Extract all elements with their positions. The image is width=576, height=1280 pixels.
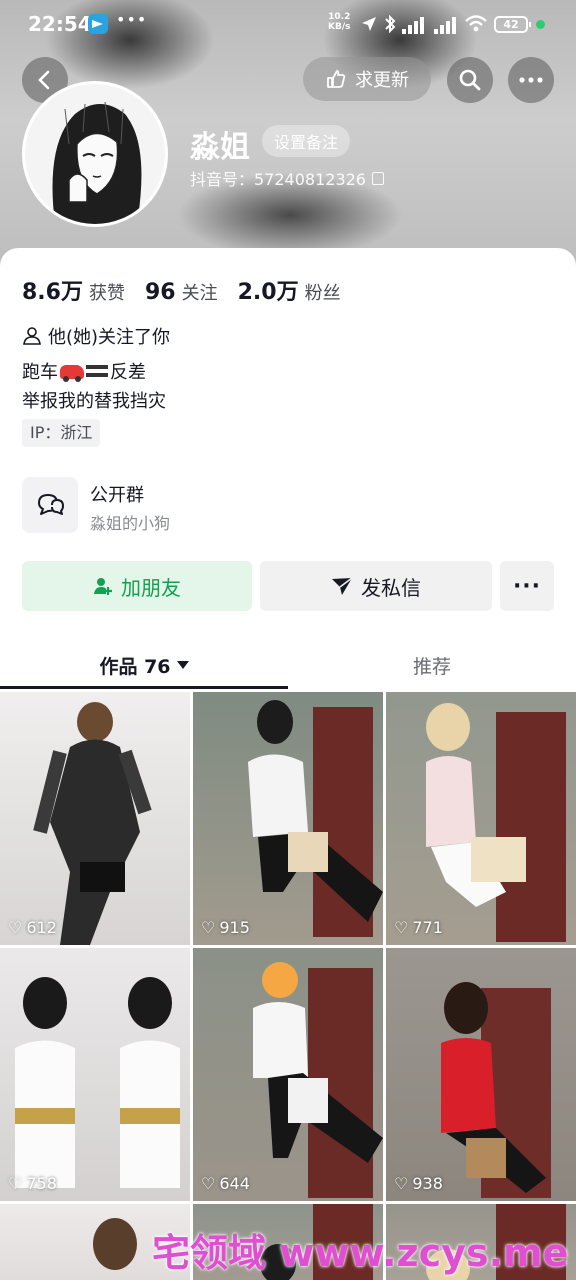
- chat-group-icon: [38, 494, 64, 515]
- video-likes-count: 644: [219, 1174, 250, 1193]
- network-speed: 10.2 KB/s: [328, 12, 350, 32]
- stats-row: 8.6万 获赞 96 关注 2.0万 粉丝: [22, 274, 341, 306]
- video-likes: ♡ 915: [201, 918, 250, 937]
- public-group-icon-box[interactable]: [22, 477, 78, 533]
- tab-works[interactable]: 作品 76: [0, 640, 288, 690]
- heart-icon: ♡: [394, 1174, 409, 1193]
- content-tabs: 作品 76 推荐: [0, 640, 576, 690]
- wifi-icon: [465, 15, 487, 32]
- location-icon: [362, 17, 376, 31]
- person-icon: [23, 327, 41, 345]
- video-tile[interactable]: ♡ 644: [193, 948, 383, 1201]
- video-thumbnail: [253, 962, 383, 1198]
- network-speed-unit: KB/s: [328, 22, 351, 32]
- more-actions-button[interactable]: ···: [500, 561, 554, 611]
- ip-location-tag: IP：浙江: [22, 419, 101, 447]
- bluetooth-icon: [385, 14, 396, 34]
- thumb-hand-icon: [327, 70, 346, 88]
- search-icon: [459, 69, 481, 91]
- stat-following-label: 关注: [181, 283, 218, 304]
- stat-likes[interactable]: 8.6万 获赞: [22, 274, 125, 306]
- follows-you-note: 他(她)关注了你: [22, 323, 170, 349]
- copy-icon[interactable]: [371, 171, 384, 185]
- stat-followers[interactable]: 2.0万 粉丝: [238, 274, 341, 306]
- status-bar: 22:54 ••• 10.2 KB/s 42: [0, 0, 576, 50]
- add-friend-label: 加朋友: [121, 575, 181, 600]
- video-thumbnail: [33, 702, 152, 945]
- video-tile[interactable]: ♡ 758: [0, 948, 190, 1201]
- stat-likes-value: 8.6万: [22, 280, 83, 305]
- stat-following-value: 96: [144, 280, 176, 305]
- video-thumbnail: [441, 982, 551, 1198]
- send-message-label: 发私信: [361, 575, 421, 600]
- douyin-id-text: 抖音号：57240812326: [190, 170, 366, 189]
- more-options-button[interactable]: [508, 57, 554, 103]
- video-tile[interactable]: ♡ 938: [386, 948, 576, 1201]
- caret-down-icon: [176, 661, 189, 669]
- privacy-indicator-dot: [536, 20, 545, 29]
- network-speed-value: 10.2: [328, 12, 351, 22]
- public-group-name: 淼姐的小狗: [90, 514, 171, 533]
- video-likes-count: 758: [26, 1174, 57, 1193]
- video-likes: ♡ 644: [201, 1174, 250, 1193]
- bio-line-2: 举报我的替我挡灾: [22, 391, 166, 412]
- public-group-title[interactable]: 公开群: [90, 481, 144, 507]
- send-icon: [332, 577, 353, 595]
- send-message-button[interactable]: 发私信: [260, 561, 492, 611]
- video-tile[interactable]: ♡ 612: [0, 692, 190, 945]
- avatar-illustration: [25, 84, 165, 224]
- telegram-icon: [88, 14, 108, 34]
- status-time: 22:54: [28, 12, 92, 36]
- video-tile[interactable]: ♡ 771: [386, 692, 576, 945]
- stat-followers-value: 2.0万: [237, 280, 299, 305]
- video-likes-count: 915: [219, 918, 250, 937]
- video-likes-count: 612: [26, 918, 57, 937]
- signal-2-icon: [434, 16, 464, 34]
- video-likes-count: 771: [412, 918, 443, 937]
- tab-works-label: 作品 76: [99, 655, 171, 678]
- active-tab-indicator: [0, 686, 288, 689]
- add-person-icon: [94, 578, 112, 595]
- video-thumbnail: [15, 977, 180, 1188]
- chevron-left-icon: [38, 70, 50, 90]
- request-update-button[interactable]: 求更新: [303, 57, 431, 101]
- red-car-icon: [60, 365, 84, 382]
- search-button[interactable]: [447, 57, 493, 103]
- heart-icon: ♡: [394, 918, 409, 937]
- avatar[interactable]: [22, 81, 168, 227]
- heart-icon: ♡: [201, 918, 216, 937]
- stat-followers-label: 粉丝: [304, 283, 341, 304]
- bio-line-1: 跑车 反差: [22, 358, 166, 387]
- bio: 跑车 反差 举报我的替我挡灾: [22, 358, 166, 416]
- video-likes: ♡ 612: [8, 918, 57, 937]
- add-friend-button[interactable]: 加朋友: [22, 561, 252, 611]
- heart-icon: ♡: [8, 918, 23, 937]
- heart-icon: ♡: [201, 1174, 216, 1193]
- nickname: 淼姐: [190, 130, 250, 165]
- battery-icon: 42: [494, 16, 531, 33]
- video-likes: ♡ 771: [394, 918, 443, 937]
- watermark-text: 宅领域 www.zcys.me: [152, 1231, 569, 1275]
- more-horizontal-icon: [519, 77, 543, 83]
- video-likes: ♡ 938: [394, 1174, 443, 1193]
- douyin-id[interactable]: 抖音号：57240812326: [190, 166, 384, 190]
- stat-likes-label: 获赞: [88, 283, 125, 304]
- more-notifications-icon: •••: [116, 10, 148, 29]
- equals-icon: [86, 365, 108, 377]
- set-remark-button[interactable]: 设置备注: [262, 125, 350, 157]
- tab-recommend[interactable]: 推荐: [288, 640, 576, 690]
- stat-following[interactable]: 96 关注: [145, 279, 218, 305]
- signal-1-icon: [402, 16, 432, 34]
- video-thumbnail: [426, 703, 566, 942]
- request-update-label: 求更新: [355, 70, 409, 91]
- video-tile[interactable]: ♡ 915: [193, 692, 383, 945]
- follows-you-text: 他(她)关注了你: [48, 327, 171, 348]
- video-likes: ♡ 758: [8, 1174, 57, 1193]
- video-thumbnail: [248, 700, 383, 937]
- bio-line-1-a: 跑车: [22, 362, 58, 383]
- profile-banner: 22:54 ••• 10.2 KB/s 42 求更新 淼姐 设置备注 抖音号：5…: [0, 0, 576, 270]
- bio-line-1-b: 反差: [110, 362, 146, 383]
- video-likes-count: 938: [412, 1174, 443, 1193]
- heart-icon: ♡: [8, 1174, 23, 1193]
